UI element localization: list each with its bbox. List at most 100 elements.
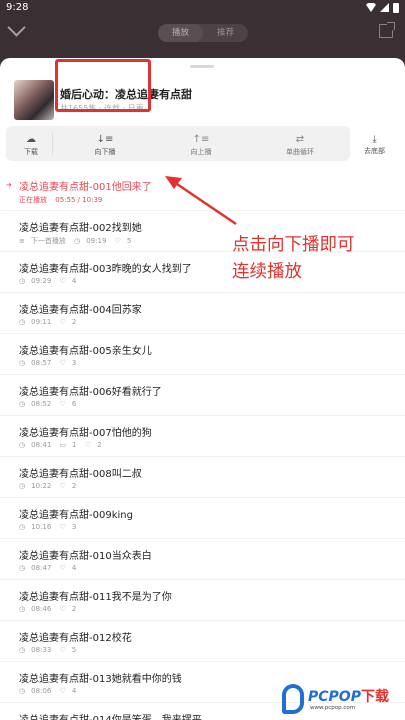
episode-meta: ◷ 08:52 ♡ 6 [19, 400, 82, 408]
clock-icon: ◷ [19, 564, 26, 572]
episode-likes: 2 [71, 482, 77, 490]
episode-title: 凌总追妻有点甜-008叫二叔 [19, 469, 142, 480]
annotation-text: 点击向下播即可 连续播放 [232, 232, 392, 286]
episode-likes: 4 [71, 564, 77, 572]
sheet-drag-handle[interactable] [190, 65, 214, 68]
episode-meta: ◷ 08:41 ▭ 1 ♡ 2 [19, 441, 108, 449]
episode-title: 凌总追妻有点甜-009king [19, 510, 133, 521]
episode-likes: 4 [71, 687, 77, 695]
episode-title: 凌总追妻有点甜-013她就看中你的钱 [19, 674, 182, 685]
play-down-label: 向下播 [94, 148, 116, 156]
episode-duration: 09:29 [31, 277, 52, 285]
battery-icon [393, 3, 399, 13]
episode-meta: ◷ 09:29 ♡ 4 [19, 277, 82, 285]
play-progress: 05:55 / 10:39 [55, 196, 103, 204]
clock-icon: ◷ [19, 359, 26, 367]
playing-status: 正在播放 [19, 196, 47, 204]
list-item[interactable]: 凌总追妻有点甜-010当众表白 ◷ 08:47 ♡ 4 [0, 539, 405, 580]
heart-icon: ♡ [59, 400, 66, 408]
heart-icon: ♡ [59, 605, 66, 613]
episode-duration: 10:16 [31, 523, 52, 531]
list-item[interactable]: ➔ 凌总追妻有点甜-001他回来了 正在播放 05:55 / 10:39 [0, 170, 405, 211]
watermark-brand-suffix: 下载 [360, 689, 389, 705]
heart-icon: ♡ [84, 441, 92, 449]
heart-icon: ♡ [59, 482, 66, 490]
episode-meta: 正在播放 05:55 / 10:39 [19, 195, 108, 205]
watermark-brand: PCPOP下载 [308, 686, 389, 706]
episode-meta: ◷ 08:47 ♡ 4 [19, 564, 82, 572]
queue-icon: ≡ [19, 237, 25, 245]
episode-likes: 3 [71, 523, 77, 531]
watermark-url: www.pcpop.com [310, 705, 356, 711]
episode-title: 凌总追妻有点甜-003昨晚的女人找到了 [19, 264, 192, 275]
heart-icon: ♡ [59, 523, 66, 531]
list-item[interactable]: 凌总追妻有点甜-011我不是为了你 ◷ 08:46 ♡ 2 [0, 580, 405, 621]
annotation-line-1: 点击向下播即可 [232, 235, 355, 255]
go-to-bottom-label: 去底部 [364, 147, 385, 155]
heart-icon: ♡ [59, 277, 66, 285]
episode-duration: 09:11 [31, 318, 52, 326]
episode-duration: 08:47 [31, 564, 52, 572]
heart-icon: ♡ [59, 564, 66, 572]
play-up-button[interactable]: ↑≡ 向上播 [156, 126, 246, 161]
cloud-download-icon: ☁ [26, 134, 36, 145]
episode-comments: 1 [72, 441, 77, 449]
comment-icon: ▭ [59, 441, 67, 449]
clock-icon: ◷ [74, 237, 81, 245]
list-item[interactable]: 凌总追妻有点甜-012校花 ◷ 08:33 ♡ 5 [0, 621, 405, 662]
episode-duration: 08:46 [31, 605, 52, 613]
clock-icon: ◷ [19, 687, 26, 695]
tab-recommend[interactable]: 推荐 [203, 24, 248, 42]
episode-title: 凌总追妻有点甜-014你是笨蛋，我来摆平 [19, 711, 202, 720]
album-cover [14, 80, 54, 120]
toolbar-divider [52, 132, 53, 155]
episode-title: 凌总追妻有点甜-004回苏家 [19, 305, 142, 316]
episode-title: 凌总追妻有点甜-007怕他的狗 [19, 428, 152, 439]
episode-duration: 08:06 [31, 687, 52, 695]
episode-likes: 2 [71, 605, 77, 613]
heart-icon: ♡ [59, 687, 66, 695]
episode-likes: 4 [71, 277, 77, 285]
episode-duration: 10:22 [31, 482, 52, 490]
list-item[interactable]: 凌总追妻有点甜-004回苏家 ◷ 09:11 ♡ 2 [0, 293, 405, 334]
clock-icon: ◷ [19, 277, 26, 285]
download-button[interactable]: ☁ 下载 [12, 126, 50, 161]
status-icons [366, 3, 399, 13]
heart-icon: ♡ [59, 359, 66, 367]
wifi-icon [366, 3, 376, 12]
tab-play[interactable]: 播放 [158, 24, 203, 42]
play-up-order-icon: ↑≡ [192, 134, 210, 145]
list-item[interactable]: 凌总追妻有点甜-005亲生女儿 ◷ 08:57 ♡ 3 [0, 334, 405, 375]
heart-icon: ♡ [59, 646, 66, 654]
status-time: 9:28 [6, 2, 29, 13]
heart-icon: ♡ [59, 318, 66, 326]
play-down-button[interactable]: ↓≡ 向下播 [62, 126, 148, 161]
single-loop-button[interactable]: ⇄ 单曲循环 [254, 126, 346, 161]
annotation-line-2: 连续播放 [232, 262, 302, 282]
episode-meta: ◷ 08:33 ♡ 5 [19, 646, 82, 654]
pcpop-logo-icon [282, 684, 304, 714]
playlist-sheet: 婚后心动：凌总追妻有点甜 共1655集 · 连载 · 日更 ☁ 下载 ↓≡ 向下… [0, 58, 405, 720]
download-label: 下载 [24, 148, 38, 156]
list-item[interactable]: 凌总追妻有点甜-008叫二叔 ◷ 10:22 ♡ 2 [0, 457, 405, 498]
single-loop-label: 单曲循环 [286, 148, 314, 156]
list-item[interactable]: 凌总追妻有点甜-009king ◷ 10:16 ♡ 3 [0, 498, 405, 539]
share-icon[interactable] [379, 22, 395, 38]
episode-duration: 09:19 [86, 237, 107, 245]
chevron-down-icon[interactable] [7, 18, 26, 37]
episode-title: 凌总追妻有点甜-001他回来了 [19, 182, 152, 193]
list-item[interactable]: 凌总追妻有点甜-007怕他的狗 ◷ 08:41 ▭ 1 ♡ 2 [0, 416, 405, 457]
signal-icon [380, 3, 389, 12]
now-playing-icon: ➔ [6, 181, 12, 189]
go-to-bottom-button[interactable]: ⤓ 去底部 [356, 126, 393, 161]
heart-icon: ♡ [114, 237, 121, 245]
clock-icon: ◷ [19, 482, 26, 490]
episode-meta: ◷ 10:16 ♡ 3 [19, 523, 82, 531]
list-item[interactable]: 凌总追妻有点甜-006好看就行了 ◷ 08:52 ♡ 6 [0, 375, 405, 416]
episode-title: 凌总追妻有点甜-002找到她 [19, 223, 142, 234]
episode-meta: ◷ 08:46 ♡ 2 [19, 605, 82, 613]
episode-likes: 5 [71, 646, 77, 654]
episode-duration: 08:52 [31, 400, 52, 408]
play-down-order-icon: ↓≡ [96, 134, 114, 145]
episode-likes: 2 [97, 441, 102, 449]
